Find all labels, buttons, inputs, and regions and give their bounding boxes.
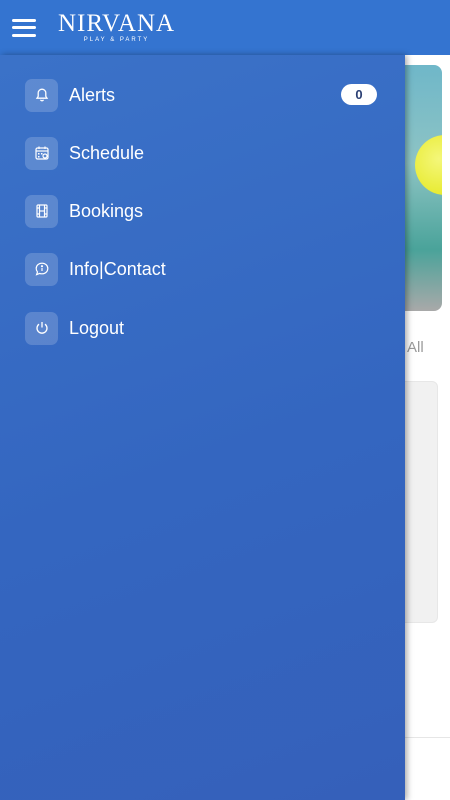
app-logo[interactable]: NIRVANA PLAY & PARTY <box>58 10 176 43</box>
film-icon <box>25 194 58 228</box>
menu-item-schedule[interactable]: Schedule <box>25 136 380 170</box>
power-icon <box>25 311 58 345</box>
background-divider <box>405 737 450 738</box>
app-header: NIRVANA PLAY & PARTY <box>0 0 450 55</box>
logo-title: NIRVANA <box>58 10 176 37</box>
menu-item-logout[interactable]: Logout <box>25 311 380 345</box>
hamburger-menu-icon[interactable] <box>12 18 36 37</box>
menu-item-info-contact[interactable]: Info|Contact <box>25 252 380 286</box>
background-card <box>405 381 438 623</box>
logo-subtitle: PLAY & PARTY <box>83 37 150 43</box>
menu-item-label: Alerts <box>69 84 116 105</box>
menu-item-label: Schedule <box>69 142 145 163</box>
background-ball-graphic <box>415 135 442 195</box>
menu-item-label: Logout <box>69 317 125 338</box>
background-banner-image <box>405 65 442 311</box>
navigation-drawer: Alerts 0 Schedule Bookings Info|Contact … <box>0 55 405 800</box>
menu-item-bookings[interactable]: Bookings <box>25 194 380 228</box>
alerts-count-badge: 0 <box>341 84 377 105</box>
menu-item-label: Bookings <box>69 200 144 221</box>
menu-item-label: Info|Contact <box>69 258 166 279</box>
bell-icon <box>25 78 58 112</box>
calendar-icon <box>25 136 58 170</box>
menu-item-alerts[interactable]: Alerts 0 <box>25 78 380 112</box>
background-filter-all: All <box>407 339 424 356</box>
chat-info-icon <box>25 252 58 286</box>
background-page: All <box>405 55 450 800</box>
